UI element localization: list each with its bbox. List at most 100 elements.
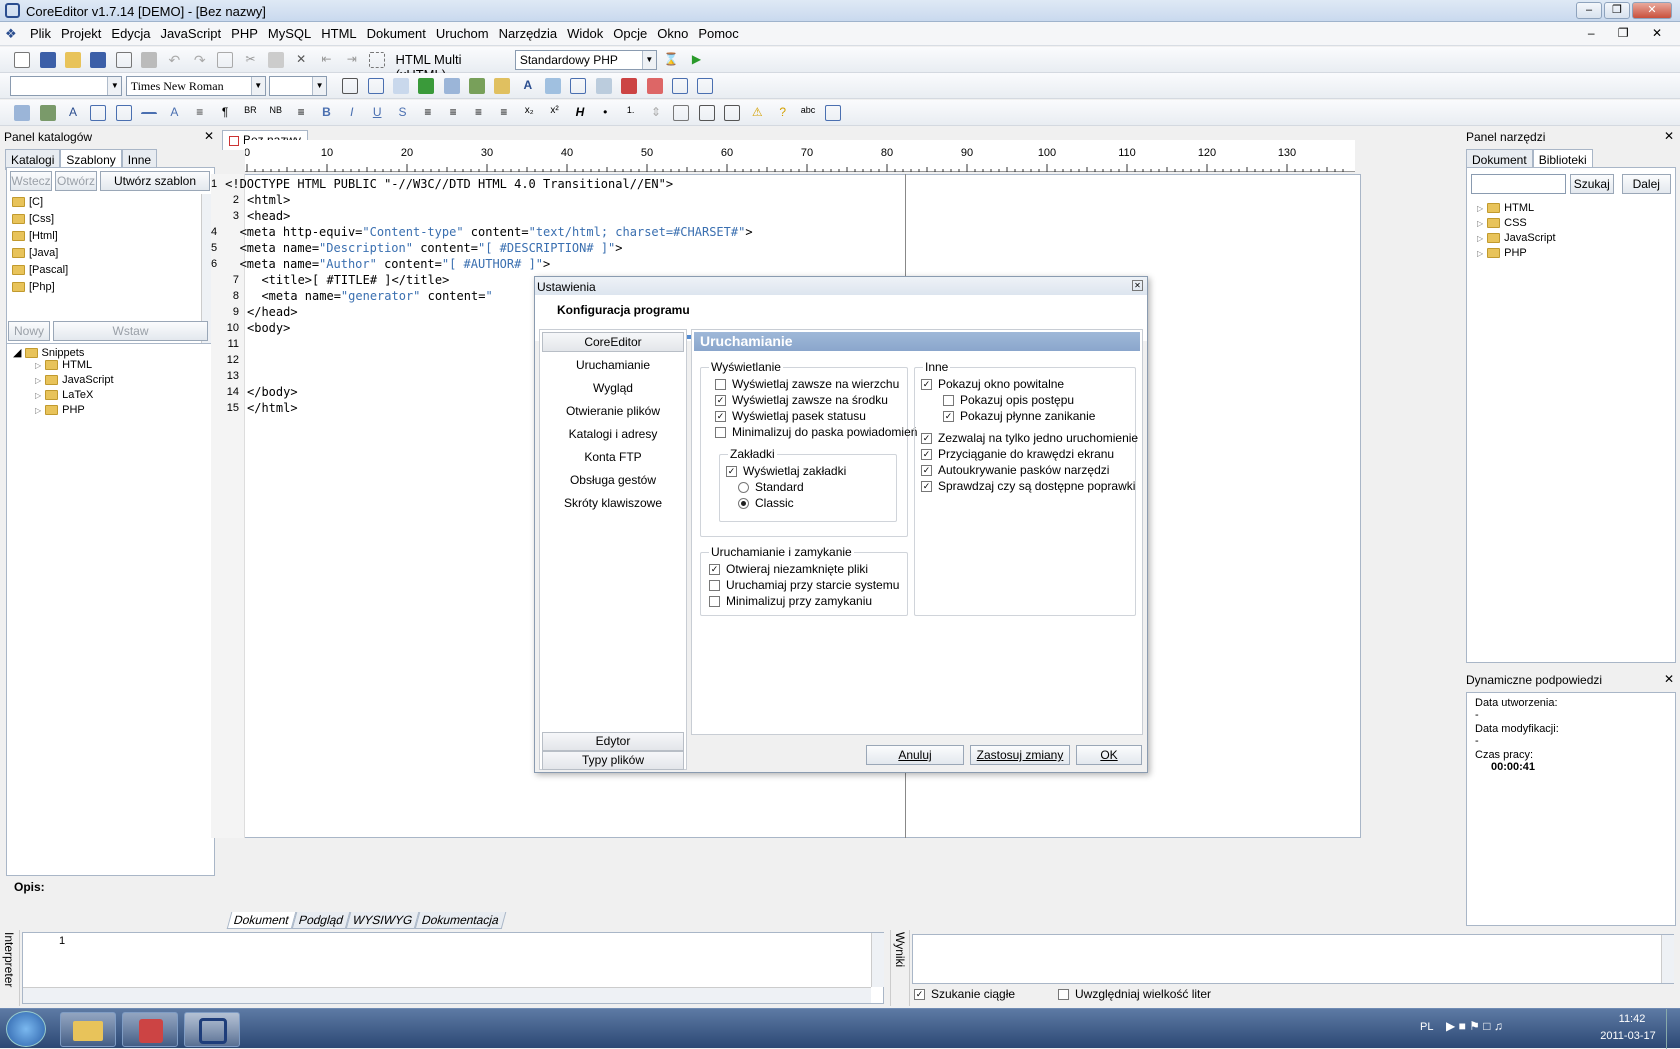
grid-icon[interactable] — [697, 78, 714, 94]
interpreter-box[interactable]: 1 — [22, 932, 884, 1004]
edit-icon[interactable] — [825, 105, 842, 121]
chevron-down-icon[interactable]: ▼ — [250, 77, 265, 95]
doc-type-select[interactable]: HTML Multi (xHTML) — [392, 50, 512, 82]
option-checkbox[interactable]: ✓ Pokazuj okno powitalne — [921, 376, 1135, 392]
menu-item[interactable]: JavaScript — [155, 22, 226, 45]
div-icon[interactable] — [115, 105, 132, 121]
editor-h-scroll[interactable] — [211, 888, 1361, 898]
code-line[interactable]: 1 <!DOCTYPE HTML PUBLIC "-//W3C//DTD HTML… — [211, 176, 673, 192]
chevron-down-icon[interactable]: ▼ — [641, 51, 656, 69]
frame-icon[interactable] — [367, 78, 384, 94]
code-line[interactable]: 4 <meta http-equiv="Content-type" conten… — [211, 224, 753, 240]
maximize-button[interactable]: ❐ — [1604, 2, 1630, 19]
expand-icon[interactable]: ▷ — [35, 376, 41, 385]
tree-root[interactable]: ◢ Snippets — [7, 344, 214, 359]
menu-item[interactable]: Okno — [652, 22, 693, 45]
folder-item[interactable]: [C] — [12, 196, 209, 213]
view-tab[interactable]: WYSIWYG — [345, 912, 420, 929]
option-checkbox[interactable]: Minimalizuj przy zamykaniu — [709, 593, 907, 609]
heading-icon[interactable]: H — [572, 105, 588, 121]
hourglass-icon[interactable]: ⌛ — [663, 52, 679, 68]
menu-item[interactable]: MySQL — [263, 22, 316, 45]
snippet-item[interactable]: ▷ LaTeX — [7, 389, 214, 404]
menu-item[interactable]: Uruchom — [431, 22, 494, 45]
close-icon[interactable]: ✕ — [1664, 672, 1674, 686]
create-template-button[interactable]: Utwórz szablon — [100, 171, 210, 191]
folder-item[interactable]: [Pascal] — [12, 264, 209, 281]
code-line[interactable]: 15 </html> — [211, 400, 541, 416]
results-box[interactable] — [912, 934, 1674, 984]
view-tab[interactable]: Dokument — [226, 912, 296, 929]
select-icon[interactable] — [369, 52, 386, 68]
doc-icon[interactable] — [39, 105, 56, 121]
menu-item[interactable]: HTML — [316, 22, 361, 45]
print-icon[interactable] — [141, 52, 158, 68]
nav-coreeditor[interactable]: CoreEditor — [542, 332, 684, 352]
print-preview-icon[interactable] — [115, 52, 132, 68]
option-checkbox[interactable]: Minimalizuj do paska powiadomień — [715, 424, 917, 440]
hr-icon[interactable] — [141, 112, 158, 116]
library-search-input[interactable] — [1471, 174, 1567, 194]
library-item[interactable]: ▷ HTML — [1477, 202, 1665, 217]
next-button[interactable]: Dalej — [1621, 174, 1671, 194]
font-size-select[interactable]: ▼ — [269, 76, 328, 96]
folder-item[interactable]: [Php] — [12, 281, 209, 298]
form-icon[interactable] — [545, 78, 562, 94]
copy-icon[interactable] — [217, 52, 234, 68]
tray-icons[interactable]: ▶ ■ ⚑ □ ♫ — [1446, 1019, 1503, 1033]
ok-button[interactable]: OK — [1076, 745, 1142, 765]
text-a-icon[interactable]: A — [520, 78, 536, 94]
tab-style-radio[interactable]: Classic — [738, 495, 896, 511]
table-icon[interactable] — [342, 78, 359, 94]
menu-item[interactable]: PHP — [226, 22, 263, 45]
nav-item[interactable]: Uruchamianie — [540, 354, 686, 377]
validate-icon[interactable] — [698, 105, 715, 121]
option-checkbox[interactable]: ✓ Zezwalaj na tylko jedno uruchomienie — [921, 430, 1138, 446]
align-right-icon[interactable]: ≡ — [471, 105, 487, 121]
menu-item[interactable]: Widok — [562, 22, 608, 45]
option-checkbox[interactable]: ✓ Pokazuj płynne zanikanie — [921, 408, 1135, 424]
interpreter-h-scroll[interactable] — [23, 987, 871, 1003]
nav-editor[interactable]: Edytor — [542, 732, 684, 751]
snippet-item[interactable]: ▷ PHP — [7, 404, 214, 419]
anchor-icon[interactable] — [14, 105, 31, 121]
indent-icon[interactable]: ⇤ — [318, 52, 334, 68]
nav-item[interactable]: Wygląd — [540, 377, 686, 400]
results-v-scroll[interactable] — [1661, 935, 1674, 983]
dialog-close-icon[interactable]: ✕ — [1132, 280, 1143, 291]
chevron-down-icon[interactable]: ▼ — [312, 77, 327, 95]
lines-icon[interactable]: ≡ — [192, 105, 208, 121]
insert-icon-2[interactable] — [418, 78, 435, 94]
option-checkbox[interactable]: Uruchamiaj przy starcie systemu — [709, 577, 907, 593]
link-icon[interactable] — [443, 78, 460, 94]
coreeditor-taskbar-button[interactable] — [184, 1012, 240, 1047]
style-a-icon[interactable]: A — [166, 105, 182, 121]
style-select[interactable]: ▼ — [10, 76, 123, 96]
close-button[interactable]: ✕ — [1632, 2, 1672, 19]
justify-icon[interactable]: ≡ — [496, 105, 512, 121]
remove-icon[interactable] — [646, 78, 663, 94]
save-all-icon[interactable] — [90, 52, 107, 68]
code-content[interactable]: 1 <!DOCTYPE HTML PUBLIC "-//W3C//DTD HTML… — [211, 176, 753, 416]
menu-item[interactable]: Projekt — [56, 22, 106, 45]
mdi-controls[interactable]: – ❐ ✕ — [1588, 26, 1672, 40]
code-line[interactable]: 10 <body> — [211, 320, 541, 336]
flash-icon[interactable] — [494, 78, 511, 94]
code-line[interactable]: 2 <html> — [211, 192, 541, 208]
strike-icon[interactable]: S — [395, 105, 411, 121]
spellcheck-icon[interactable]: abc — [800, 105, 816, 121]
indent-list-icon[interactable]: ≡ — [293, 105, 309, 121]
search-button[interactable]: Szukaj — [1570, 174, 1614, 194]
snippet-item[interactable]: ▷ JavaScript — [7, 374, 214, 389]
new-button[interactable]: Nowy — [8, 321, 50, 341]
new-file-icon[interactable] — [14, 52, 31, 68]
option-checkbox[interactable]: Pokazuj opis postępu — [921, 392, 1135, 408]
close-icon[interactable]: ✕ — [204, 129, 214, 143]
warning-icon[interactable]: ⚠ — [749, 105, 765, 121]
chevron-down-icon[interactable]: ▼ — [107, 77, 122, 95]
php-mode-select[interactable]: Standardowy PHP ▼ — [514, 50, 657, 70]
view-tab[interactable]: Dokumentacja — [414, 912, 507, 929]
nav-item[interactable]: Skróty klawiszowe — [540, 492, 686, 515]
menu-item[interactable]: Pomoc — [693, 22, 743, 45]
library-item[interactable]: ▷ JavaScript — [1477, 232, 1665, 247]
